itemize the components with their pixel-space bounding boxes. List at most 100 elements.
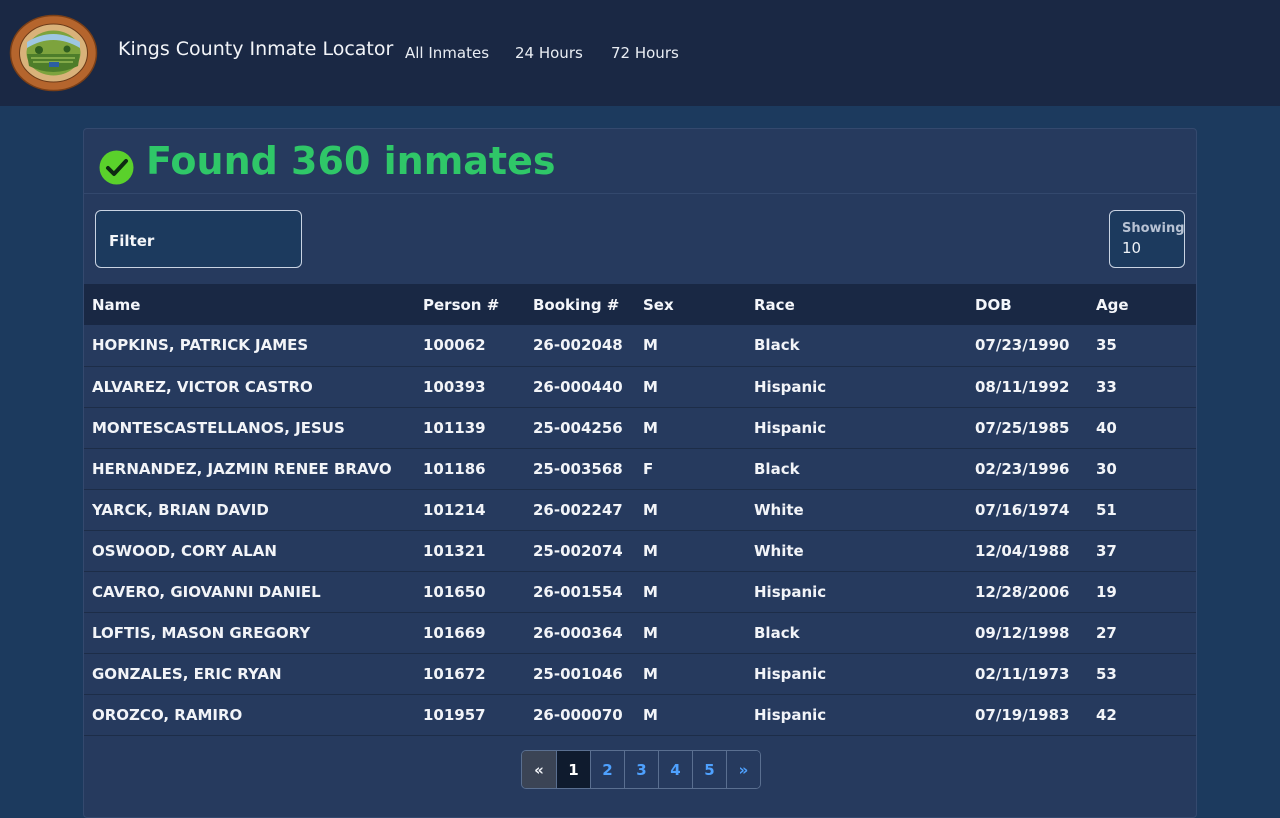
cell-booking-number: 26-002048 <box>525 325 635 367</box>
cell-sex: M <box>635 653 746 695</box>
cell-race: White <box>746 530 967 572</box>
cell-dob: 12/04/1988 <box>967 530 1088 572</box>
cell-sex: M <box>635 366 746 408</box>
county-seal-logo[interactable] <box>9 14 98 92</box>
cell-name: LOFTIS, MASON GREGORY <box>84 612 415 654</box>
cell-booking-number: 25-004256 <box>525 407 635 449</box>
cell-name: CAVERO, GIOVANNI DANIEL <box>84 571 415 613</box>
pagination-page-2[interactable]: 2 <box>590 751 624 788</box>
cell-sex: M <box>635 530 746 572</box>
cell-person-number: 100062 <box>415 325 525 367</box>
cell-race: Black <box>746 448 967 490</box>
cell-sex: M <box>635 571 746 613</box>
table-row[interactable]: CAVERO, GIOVANNI DANIEL 101650 26-001554 M H… <box>84 571 1196 613</box>
cell-age: 37 <box>1088 530 1196 572</box>
cell-race: Hispanic <box>746 571 967 613</box>
cell-race: Hispanic <box>746 694 967 736</box>
cell-name: HOPKINS, PATRICK JAMES <box>84 325 415 367</box>
check-circle-icon <box>99 150 134 185</box>
cell-person-number: 101139 <box>415 407 525 449</box>
table-row[interactable]: HERNANDEZ, JAZMIN RENEE BRAVO 101186 25-00… <box>84 448 1196 490</box>
column-header-person[interactable]: Person # <box>415 284 525 325</box>
cell-booking-number: 25-001046 <box>525 653 635 695</box>
table-row[interactable]: OSWOOD, CORY ALAN 101321 25-002074 M White 12… <box>84 530 1196 572</box>
nav-24-hours-link[interactable]: 24 Hours <box>515 44 583 62</box>
cell-sex: M <box>635 407 746 449</box>
column-header-age[interactable]: Age <box>1088 284 1196 325</box>
nav-72-hours-link[interactable]: 72 Hours <box>611 44 679 62</box>
cell-age: 30 <box>1088 448 1196 490</box>
cell-dob: 08/11/1992 <box>967 366 1088 408</box>
cell-booking-number: 26-001554 <box>525 571 635 613</box>
cell-race: Black <box>746 612 967 654</box>
nav-all-inmates-link[interactable]: All Inmates <box>405 44 489 62</box>
cell-booking-number: 26-000364 <box>525 612 635 654</box>
table-row[interactable]: LOFTIS, MASON GREGORY 101669 26-000364 M Bla… <box>84 612 1196 654</box>
cell-age: 53 <box>1088 653 1196 695</box>
cell-age: 35 <box>1088 325 1196 367</box>
cell-race: Hispanic <box>746 653 967 695</box>
cell-person-number: 101214 <box>415 489 525 531</box>
pagination-next-button[interactable]: » <box>726 751 760 788</box>
column-header-race[interactable]: Race <box>746 284 967 325</box>
cell-sex: M <box>635 694 746 736</box>
cell-booking-number: 26-000070 <box>525 694 635 736</box>
cell-name: ALVAREZ, VICTOR CASTRO <box>84 366 415 408</box>
cell-person-number: 101957 <box>415 694 525 736</box>
showing-select[interactable]: Showing 10 <box>1109 210 1185 268</box>
column-header-dob[interactable]: DOB <box>967 284 1088 325</box>
showing-label: Showing <box>1122 221 1185 236</box>
table-row[interactable]: MONTESCASTELLANOS, JESUS 101139 25-004256 M… <box>84 407 1196 449</box>
cell-booking-number: 26-002247 <box>525 489 635 531</box>
table-row[interactable]: YARCK, BRIAN DAVID 101214 26-002247 M White 0… <box>84 489 1196 531</box>
column-header-name[interactable]: Name <box>84 284 415 325</box>
cell-age: 42 <box>1088 694 1196 736</box>
cell-person-number: 101672 <box>415 653 525 695</box>
pagination-prev-button[interactable]: « <box>522 751 556 788</box>
filter-label: Filter <box>109 232 155 250</box>
cell-dob: 07/19/1983 <box>967 694 1088 736</box>
cell-sex: F <box>635 448 746 490</box>
cell-age: 51 <box>1088 489 1196 531</box>
cell-person-number: 100393 <box>415 366 525 408</box>
cell-name: YARCK, BRIAN DAVID <box>84 489 415 531</box>
cell-person-number: 101186 <box>415 448 525 490</box>
site-title[interactable]: Kings County Inmate Locator <box>118 38 393 60</box>
cell-booking-number: 25-003568 <box>525 448 635 490</box>
cell-dob: 12/28/2006 <box>967 571 1088 613</box>
column-header-booking[interactable]: Booking # <box>525 284 635 325</box>
cell-age: 19 <box>1088 571 1196 613</box>
results-header: Found 360 inmates <box>84 129 1196 194</box>
cell-dob: 02/23/1996 <box>967 448 1088 490</box>
showing-value: 10 <box>1122 239 1142 257</box>
cell-booking-number: 25-002074 <box>525 530 635 572</box>
cell-name: HERNANDEZ, JAZMIN RENEE BRAVO <box>84 448 415 490</box>
table-row[interactable]: GONZALES, ERIC RYAN 101672 25-001046 M Hispa… <box>84 653 1196 695</box>
cell-dob: 07/16/1974 <box>967 489 1088 531</box>
table-header-row: Name Person # Booking # Sex Race DOB Age <box>84 284 1196 325</box>
pagination-page-1[interactable]: 1 <box>556 751 590 788</box>
table-row[interactable]: OROZCO, RAMIRO 101957 26-000070 M Hispanic 07… <box>84 694 1196 736</box>
cell-sex: M <box>635 325 746 367</box>
cell-dob: 07/23/1990 <box>967 325 1088 367</box>
cell-person-number: 101669 <box>415 612 525 654</box>
table-row[interactable]: ALVAREZ, VICTOR CASTRO 100393 26-000440 M Hi… <box>84 366 1196 408</box>
cell-dob: 07/25/1985 <box>967 407 1088 449</box>
cell-age: 27 <box>1088 612 1196 654</box>
cell-name: OROZCO, RAMIRO <box>84 694 415 736</box>
table-row[interactable]: HOPKINS, PATRICK JAMES 100062 26-002048 M Bl… <box>84 325 1196 367</box>
pagination-page-4[interactable]: 4 <box>658 751 692 788</box>
cell-dob: 02/11/1973 <box>967 653 1088 695</box>
cell-name: MONTESCASTELLANOS, JESUS <box>84 407 415 449</box>
results-card: Found 360 inmates Filter Showing 10 Name… <box>83 128 1197 818</box>
pagination: « 1 2 3 4 5 » <box>521 750 761 789</box>
cell-person-number: 101321 <box>415 530 525 572</box>
results-count-heading: Found 360 inmates <box>146 139 556 183</box>
pagination-page-5[interactable]: 5 <box>692 751 726 788</box>
cell-name: OSWOOD, CORY ALAN <box>84 530 415 572</box>
filter-input[interactable]: Filter <box>95 210 302 268</box>
cell-dob: 09/12/1998 <box>967 612 1088 654</box>
inmates-table: Name Person # Booking # Sex Race DOB Age… <box>84 284 1196 736</box>
pagination-page-3[interactable]: 3 <box>624 751 658 788</box>
column-header-sex[interactable]: Sex <box>635 284 746 325</box>
